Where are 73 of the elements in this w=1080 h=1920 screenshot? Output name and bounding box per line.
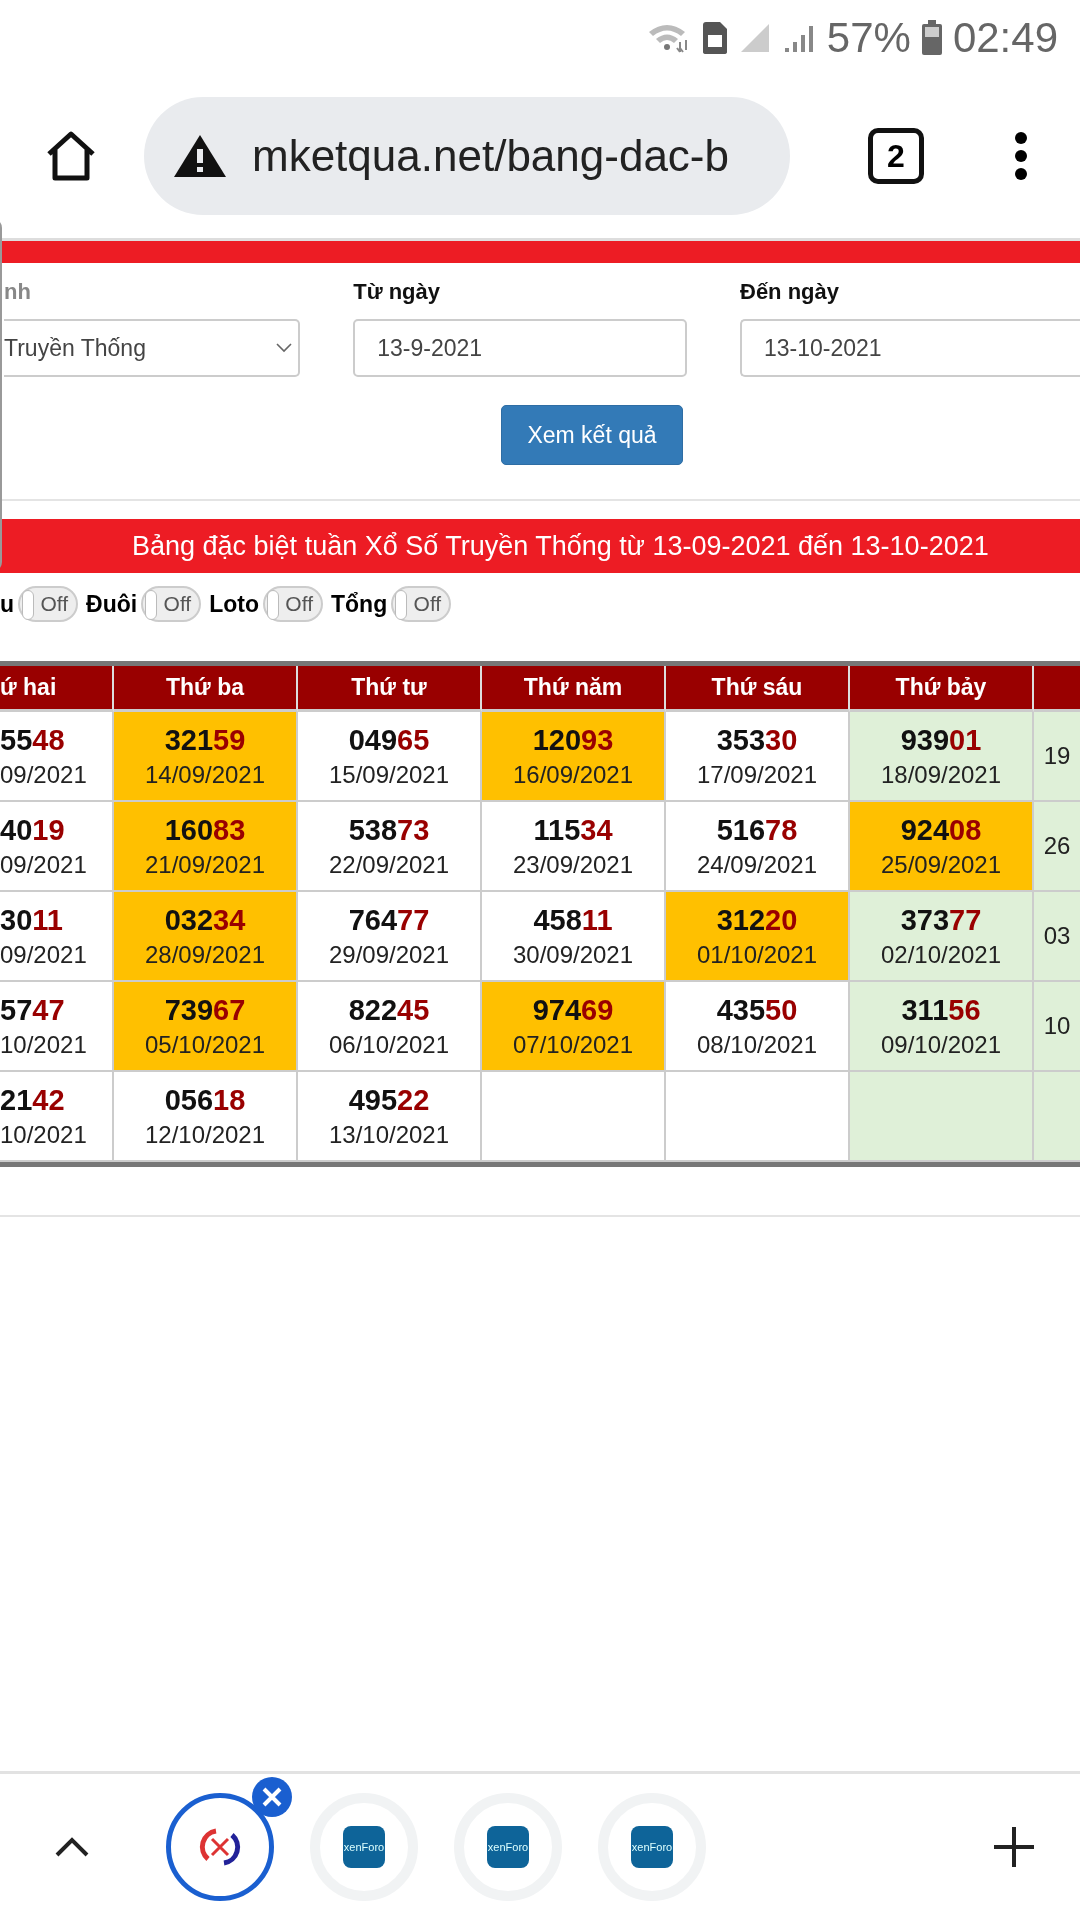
chevron-down-icon	[276, 343, 292, 353]
column-header: Thứ ba	[114, 666, 298, 712]
toggle-switch[interactable]: Off	[391, 586, 452, 622]
table-cell: 35330 17/09/2021	[666, 712, 850, 802]
table-cell: 04965 15/09/2021	[298, 712, 482, 802]
table-cell: 31156 09/10/2021	[850, 982, 1034, 1072]
chevron-up-icon[interactable]	[54, 1836, 90, 1858]
table-cell: 11534 23/09/2021	[482, 802, 666, 892]
url-text: mketqua.net/bang-dac-b	[252, 131, 729, 181]
table-cell: 5747 10/2021	[0, 982, 114, 1072]
table-cell: 03	[1034, 892, 1080, 982]
tab-thumbnail[interactable]: xenForo	[598, 1793, 706, 1901]
battery-percent: 57%	[826, 14, 911, 62]
table-cell: 2142 10/2021	[0, 1072, 114, 1162]
column-header: Thứ bảy	[850, 666, 1034, 712]
table-cell: 93901 18/09/2021	[850, 712, 1034, 802]
table-cell: 92408 25/09/2021	[850, 802, 1034, 892]
toggle-label: Đuôi	[86, 590, 138, 618]
table-cell: 82245 06/10/2021	[298, 982, 482, 1072]
address-bar[interactable]: mketqua.net/bang-dac-b	[144, 97, 790, 215]
table-cell: 53873 22/09/2021	[298, 802, 482, 892]
toggle-label: u	[0, 590, 15, 618]
app-logo: xenForo	[487, 1826, 529, 1868]
table-cell: 43550 08/10/2021	[666, 982, 850, 1072]
table-cell: 73967 05/10/2021	[114, 982, 298, 1072]
tab-count-button[interactable]: 2	[868, 128, 924, 184]
tab-thumbnail[interactable]: xenForo	[310, 1793, 418, 1901]
close-icon[interactable]	[252, 1777, 292, 1817]
table-cell: 45811 30/09/2021	[482, 892, 666, 982]
app-logo: xenForo	[631, 1826, 673, 1868]
table-cell: 97469 07/10/2021	[482, 982, 666, 1072]
column-header: Thứ tư	[298, 666, 482, 712]
select-field[interactable]: Truyền Thống	[4, 319, 300, 377]
table-cell: 5548 09/2021	[0, 712, 114, 802]
clock-time: 02:49	[952, 14, 1058, 62]
field-label: Đến ngày	[740, 279, 841, 306]
view-results-button[interactable]: Xem kết quả	[501, 405, 683, 465]
table-cell: 26	[1034, 802, 1080, 892]
column-header	[1034, 666, 1080, 712]
toggle-label: Tổng	[331, 590, 388, 618]
table-cell: 19	[1034, 712, 1080, 802]
date-field[interactable]: 13-9-2021	[353, 319, 688, 377]
table-cell: 76477 29/09/2021	[298, 892, 482, 982]
column-header: Thứ sáu	[666, 666, 850, 712]
table-cell: 12093 16/09/2021	[482, 712, 666, 802]
table-cell: 05618 12/10/2021	[114, 1072, 298, 1162]
toggle-switch[interactable]: Off	[263, 586, 323, 622]
table-cell: 32159 14/09/2021	[114, 712, 298, 802]
table-cell: 4019 09/2021	[0, 802, 114, 892]
tab-thumbnail[interactable]: xenForo	[454, 1793, 562, 1901]
column-header: Thứ năm	[482, 666, 666, 712]
toggle-switch[interactable]: Off	[141, 586, 202, 622]
date-field[interactable]: 13-10-2021	[740, 319, 1080, 377]
table-cell: 16083 21/09/2021	[114, 802, 298, 892]
field-label: Từ ngày	[353, 279, 442, 306]
table-cell: 51678 24/09/2021	[666, 802, 850, 892]
column-header: ứ hai	[0, 666, 114, 712]
warning-icon	[172, 133, 228, 179]
sim-card-icon	[700, 21, 729, 55]
battery-icon	[920, 20, 943, 56]
more-menu-icon[interactable]	[1014, 131, 1028, 181]
table-cell: 37377 02/10/2021	[850, 892, 1034, 982]
table-title: Bảng đặc biệt tuần Xổ Số Truyền Thống từ 13-09-2021 đến 13-10-2021	[0, 519, 1080, 573]
table-cell: 31220 01/10/2021	[666, 892, 850, 982]
app-logo: xenForo	[343, 1826, 385, 1868]
table-cell: 03234 28/09/2021	[114, 892, 298, 982]
toggle-label: Loto	[209, 590, 259, 618]
table-cell: 49522 13/10/2021	[298, 1072, 482, 1162]
table-cell: 3011 09/2021	[0, 892, 114, 982]
field-label: nh	[4, 279, 32, 306]
plus-icon[interactable]	[992, 1825, 1036, 1869]
table-cell: 10	[1034, 982, 1080, 1072]
toggle-switch[interactable]: Off	[18, 586, 79, 622]
